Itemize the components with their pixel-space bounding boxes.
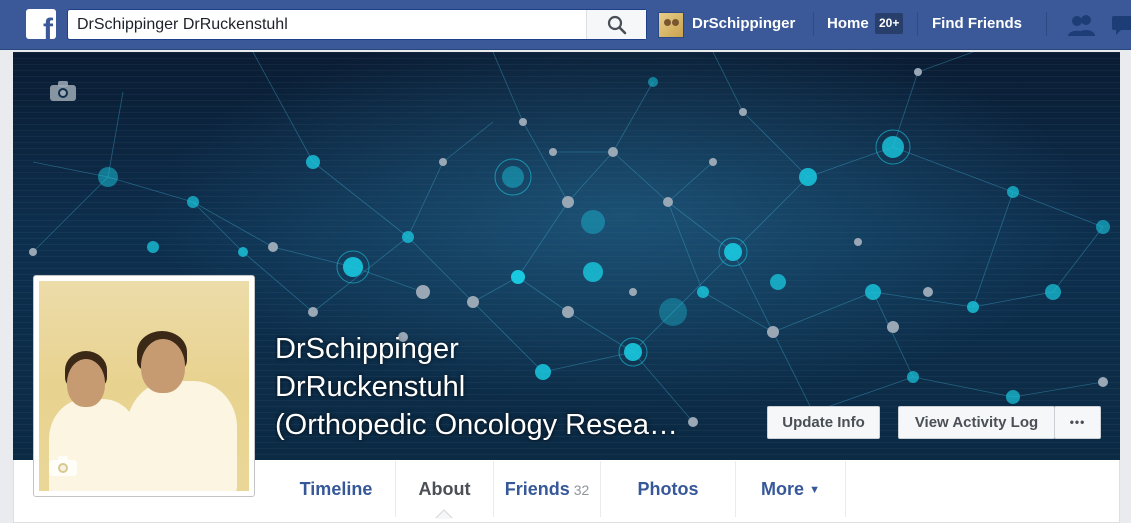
search-input[interactable] [68,10,588,39]
messages-icon[interactable] [1110,13,1131,37]
active-tab-indicator-inner [436,511,452,519]
home-link[interactable]: Home [827,15,869,33]
user-avatar[interactable] [658,12,684,38]
tab-label: Timeline [299,479,373,499]
tab-label: Friends [504,479,570,499]
view-activity-log-button[interactable]: View Activity Log [898,406,1055,439]
search-button[interactable] [586,10,646,39]
profile-camera-icon[interactable] [48,455,78,477]
logo-letter: f [43,13,53,40]
tab-more[interactable]: More ▼ [736,461,846,517]
tab-friends[interactable]: Friends 32 [494,461,601,517]
tab-label: Photos [637,479,699,499]
top-navigation-bar: f DrSchippinger Home 20+ Find Friends [0,0,1131,50]
nav-divider [917,12,918,36]
chevron-down-icon: ▼ [809,484,820,496]
tab-timeline[interactable]: Timeline [277,461,396,517]
profile-name-line2[interactable]: DrRuckenstuhl [275,368,735,406]
tab-photos[interactable]: Photos [601,461,736,517]
nav-divider [813,12,814,36]
tab-label: About [418,479,471,499]
cover-camera-icon[interactable] [49,80,77,102]
find-friends-link[interactable]: Find Friends [932,15,1022,33]
facebook-logo-icon[interactable]: f [26,9,56,39]
update-info-button[interactable]: Update Info [767,406,880,439]
nav-divider [1046,12,1047,36]
search-icon [607,15,627,35]
friends-count: 32 [573,482,590,498]
friend-requests-icon[interactable] [1066,13,1098,37]
home-notification-badge: 20+ [875,13,904,34]
tab-label: More [761,479,805,499]
user-profile-link[interactable]: DrSchippinger [692,15,795,33]
search-box [67,9,647,40]
more-options-button[interactable]: ••• [1054,406,1101,439]
profile-name-line3[interactable]: (Orthopedic Oncology Resea… [275,406,735,444]
profile-name-line1[interactable]: DrSchippinger [275,330,735,368]
